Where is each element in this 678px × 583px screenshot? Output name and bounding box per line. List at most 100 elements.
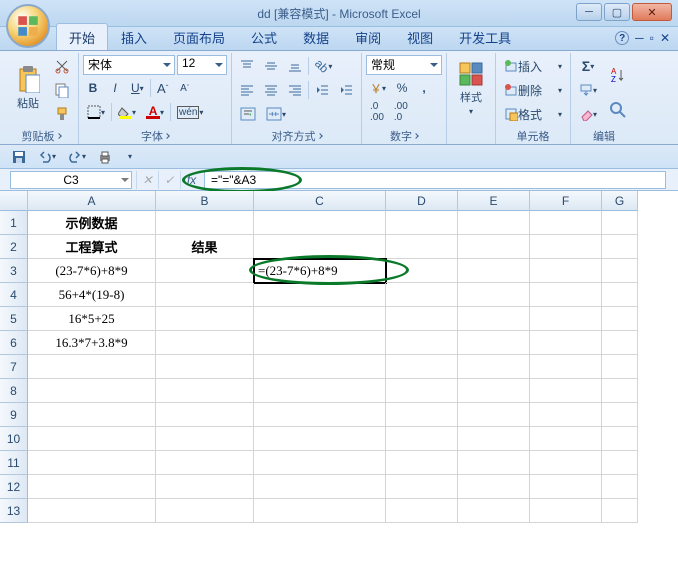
sort-filter-button[interactable]: AZ xyxy=(603,55,633,95)
cell-B8[interactable] xyxy=(156,379,254,403)
orientation-button[interactable]: ab▾ xyxy=(311,55,336,77)
cell-E2[interactable] xyxy=(458,235,530,259)
row-header-4[interactable]: 4 xyxy=(0,283,28,307)
cell-C10[interactable] xyxy=(254,427,386,451)
formula-input[interactable]: ="="&A3 xyxy=(204,171,666,189)
undo-button[interactable]: ▾ xyxy=(34,146,60,168)
col-header-G[interactable]: G xyxy=(602,191,638,211)
border-button[interactable]: ▾ xyxy=(83,101,109,123)
cell-A11[interactable] xyxy=(28,451,156,475)
cell-C13[interactable] xyxy=(254,499,386,523)
cell-G10[interactable] xyxy=(602,427,638,451)
cell-A2[interactable]: 工程算式 xyxy=(28,235,156,259)
cell-G5[interactable] xyxy=(602,307,638,331)
cell-B1[interactable] xyxy=(156,211,254,235)
align-right-button[interactable] xyxy=(284,79,306,101)
cell-C1[interactable] xyxy=(254,211,386,235)
tab-view[interactable]: 视图 xyxy=(394,23,446,50)
row-header-6[interactable]: 6 xyxy=(0,331,28,355)
row-header-3[interactable]: 3 xyxy=(0,259,28,283)
tab-data[interactable]: 数据 xyxy=(290,23,342,50)
cell-A5[interactable]: 16*5+25 xyxy=(28,307,156,331)
cell-F4[interactable] xyxy=(530,283,602,307)
cell-G9[interactable] xyxy=(602,403,638,427)
cell-E13[interactable] xyxy=(458,499,530,523)
row-header-11[interactable]: 11 xyxy=(0,451,28,475)
cell-B7[interactable] xyxy=(156,355,254,379)
cell-F10[interactable] xyxy=(530,427,602,451)
cell-F1[interactable] xyxy=(530,211,602,235)
cell-F13[interactable] xyxy=(530,499,602,523)
tab-review[interactable]: 审阅 xyxy=(342,23,394,50)
dialog-launcher-icon[interactable] xyxy=(56,133,62,139)
cell-E4[interactable] xyxy=(458,283,530,307)
cell-A10[interactable] xyxy=(28,427,156,451)
enter-formula-button[interactable]: ✓ xyxy=(158,171,180,189)
worksheet[interactable]: ABCDEFG1示例数据2工程算式结果3(23-7*6)+8*9=(23-7*6… xyxy=(0,191,678,523)
cell-D12[interactable] xyxy=(386,475,458,499)
col-header-D[interactable]: D xyxy=(386,191,458,211)
shrink-font-button[interactable]: Aˇ xyxy=(175,77,195,99)
row-header-10[interactable]: 10 xyxy=(0,427,28,451)
format-cells-button[interactable]: 格式▾ xyxy=(500,103,566,125)
cell-F5[interactable] xyxy=(530,307,602,331)
align-left-button[interactable] xyxy=(236,79,258,101)
close-button[interactable]: ✕ xyxy=(632,3,672,21)
cell-D2[interactable] xyxy=(386,235,458,259)
help-icon[interactable]: ? xyxy=(615,31,629,45)
cell-E11[interactable] xyxy=(458,451,530,475)
cell-G13[interactable] xyxy=(602,499,638,523)
col-header-C[interactable]: C xyxy=(254,191,386,211)
currency-button[interactable]: ￥▾ xyxy=(366,77,390,99)
cell-E7[interactable] xyxy=(458,355,530,379)
cell-D13[interactable] xyxy=(386,499,458,523)
dialog-launcher-icon[interactable] xyxy=(317,133,323,139)
cell-D1[interactable] xyxy=(386,211,458,235)
fx-button[interactable]: fx xyxy=(180,171,202,189)
cell-G3[interactable] xyxy=(602,259,638,283)
cell-A7[interactable] xyxy=(28,355,156,379)
cell-B2[interactable]: 结果 xyxy=(156,235,254,259)
cell-F6[interactable] xyxy=(530,331,602,355)
cell-E1[interactable] xyxy=(458,211,530,235)
increase-decimal-button[interactable]: .0.00 xyxy=(366,101,388,123)
cell-B13[interactable] xyxy=(156,499,254,523)
cancel-formula-button[interactable]: ✕ xyxy=(136,171,158,189)
fill-button[interactable]: ▾ xyxy=(575,79,601,101)
row-header-8[interactable]: 8 xyxy=(0,379,28,403)
cell-D10[interactable] xyxy=(386,427,458,451)
copy-button[interactable] xyxy=(50,79,74,101)
cell-G7[interactable] xyxy=(602,355,638,379)
delete-cells-button[interactable]: 删除▾ xyxy=(500,79,566,101)
cell-C2[interactable] xyxy=(254,235,386,259)
format-painter-button[interactable] xyxy=(50,103,74,125)
cell-C8[interactable] xyxy=(254,379,386,403)
cell-B3[interactable] xyxy=(156,259,254,283)
decrease-decimal-button[interactable]: .00.0 xyxy=(390,101,412,123)
row-header-12[interactable]: 12 xyxy=(0,475,28,499)
cell-G12[interactable] xyxy=(602,475,638,499)
find-button[interactable] xyxy=(603,97,633,123)
font-name-select[interactable]: 宋体 xyxy=(83,55,175,75)
cell-E6[interactable] xyxy=(458,331,530,355)
redo-button[interactable]: ▾ xyxy=(64,146,90,168)
col-header-A[interactable]: A xyxy=(28,191,156,211)
cell-B5[interactable] xyxy=(156,307,254,331)
cell-C7[interactable] xyxy=(254,355,386,379)
row-header-7[interactable]: 7 xyxy=(0,355,28,379)
increase-indent-button[interactable] xyxy=(335,79,357,101)
align-top-button[interactable] xyxy=(236,55,258,77)
tab-insert[interactable]: 插入 xyxy=(108,23,160,50)
col-header-F[interactable]: F xyxy=(530,191,602,211)
cell-G6[interactable] xyxy=(602,331,638,355)
cell-C6[interactable] xyxy=(254,331,386,355)
cell-G11[interactable] xyxy=(602,451,638,475)
autosum-button[interactable]: Σ▾ xyxy=(575,55,601,77)
cell-B10[interactable] xyxy=(156,427,254,451)
save-button[interactable] xyxy=(8,146,30,168)
cell-C11[interactable] xyxy=(254,451,386,475)
cell-D3[interactable] xyxy=(386,259,458,283)
styles-button[interactable]: 样式 ▾ xyxy=(451,55,491,121)
cell-F7[interactable] xyxy=(530,355,602,379)
cell-D8[interactable] xyxy=(386,379,458,403)
